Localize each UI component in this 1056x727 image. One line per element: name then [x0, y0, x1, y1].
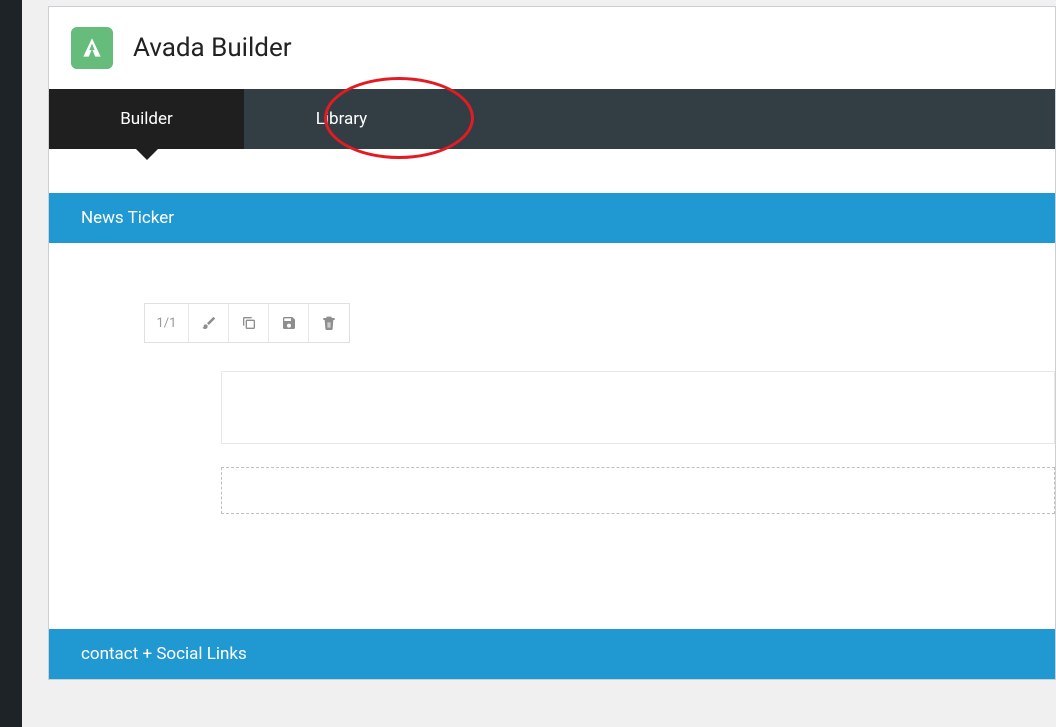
clone-button[interactable] [229, 304, 269, 342]
delete-button[interactable] [309, 304, 349, 342]
paintbrush-icon [201, 315, 217, 331]
header-bar: Avada Builder [49, 7, 1055, 89]
outer-panel: Avada Builder Builder Library News Ticke… [22, 0, 1056, 727]
copy-icon [241, 315, 257, 331]
column-content-box[interactable] [221, 371, 1055, 444]
element-toolbar: 1/1 [144, 303, 350, 343]
section-title-contact-social: contact + Social Links [81, 644, 247, 664]
app-title: Avada Builder [133, 33, 292, 63]
save-button[interactable] [269, 304, 309, 342]
section-spacer [49, 564, 1055, 629]
tab-library-label: Library [316, 109, 367, 129]
section-header-contact-social[interactable]: contact + Social Links [49, 629, 1055, 679]
column-size-label: 1/1 [145, 304, 189, 342]
tab-builder[interactable]: Builder [49, 89, 244, 149]
section-title-news-ticker: News Ticker [81, 208, 174, 228]
avada-logo-icon [71, 27, 113, 69]
section-header-news-ticker[interactable]: News Ticker [49, 193, 1055, 243]
avada-logo-svg [79, 35, 105, 61]
content-area: News Ticker 1/1 [49, 149, 1055, 679]
tabs-bar: Builder Library [49, 89, 1055, 149]
save-icon [281, 315, 297, 331]
main-panel: Avada Builder Builder Library News Ticke… [48, 6, 1056, 680]
edit-button[interactable] [189, 304, 229, 342]
tab-library[interactable]: Library [244, 89, 439, 149]
element-dropzone[interactable] [221, 467, 1055, 514]
tab-builder-label: Builder [120, 109, 173, 129]
trash-icon [321, 315, 337, 331]
section-body-news-ticker: 1/1 [49, 243, 1055, 564]
